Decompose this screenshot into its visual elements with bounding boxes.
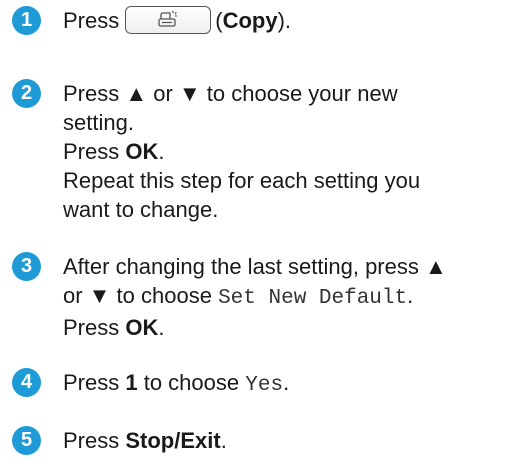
text-segment: . bbox=[158, 139, 165, 164]
step-text: Press 1 to choose Yes. bbox=[63, 368, 513, 400]
step-text: Press ▲ or ▼ to choose your new setting.… bbox=[63, 79, 513, 224]
step-line: Press 1 to choose Yes. bbox=[63, 368, 513, 400]
step-line: or ▼ to choose Set New Default. bbox=[63, 281, 513, 313]
lcd-text: Set New Default bbox=[218, 287, 408, 310]
step-line: Press (Copy). bbox=[63, 6, 513, 35]
step-number-badge: 1 bbox=[12, 6, 41, 35]
text-segment: Press bbox=[63, 315, 126, 340]
bold-text: OK bbox=[125, 315, 159, 340]
step-number-badge: 3 bbox=[12, 252, 41, 281]
step-text: Press Stop/Exit. bbox=[63, 426, 513, 455]
step-number-badge: 5 bbox=[12, 426, 41, 455]
text-segment: Press bbox=[63, 428, 126, 453]
text-segment: Press bbox=[63, 370, 126, 395]
step-line: setting. bbox=[63, 110, 134, 135]
step-text: After changing the last setting, press ▲… bbox=[63, 252, 513, 342]
bold-text: 1 bbox=[125, 370, 138, 395]
text-segment: . bbox=[407, 283, 414, 308]
text-segment: Press bbox=[63, 139, 126, 164]
step-number-badge: 2 bbox=[12, 79, 41, 108]
step-line: Press OK. bbox=[63, 313, 513, 342]
step-text: Press (Copy). bbox=[63, 6, 513, 35]
step-line: want to change. bbox=[63, 197, 219, 222]
bold-text: Copy bbox=[222, 8, 278, 33]
text-segment: . bbox=[220, 428, 227, 453]
text-segment: Press bbox=[63, 8, 120, 33]
text-segment: to choose bbox=[137, 370, 246, 395]
text-segment: . bbox=[283, 370, 290, 395]
step-line: Press Stop/Exit. bbox=[63, 426, 513, 455]
text-segment: or ▼ to choose bbox=[63, 283, 219, 308]
bold-text: Stop/Exit bbox=[125, 428, 221, 453]
step-line: Press OK. bbox=[63, 137, 513, 166]
step-line: Repeat this step for each setting you bbox=[63, 168, 421, 193]
bold-text: OK bbox=[125, 139, 159, 164]
text-segment: . bbox=[158, 315, 165, 340]
step-number-badge: 4 bbox=[12, 368, 41, 397]
step-line: Press ▲ or ▼ to choose your new bbox=[63, 81, 398, 106]
step-line: After changing the last setting, press ▲ bbox=[63, 254, 447, 279]
lcd-text: Yes bbox=[245, 374, 284, 397]
text-segment: ). bbox=[277, 8, 292, 33]
copy-key-icon bbox=[125, 6, 212, 35]
text-segment: ( bbox=[215, 8, 223, 33]
